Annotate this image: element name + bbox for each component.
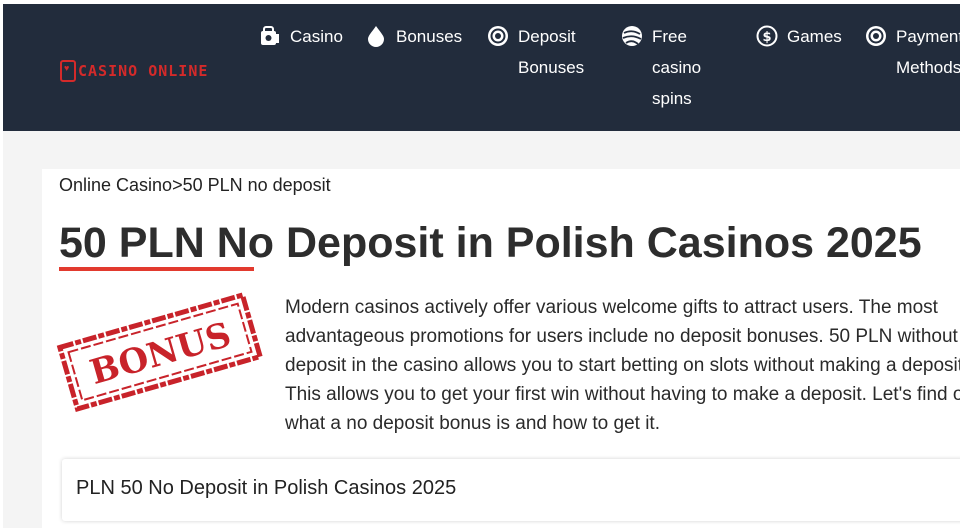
nav-item-deposit-bonuses[interactable]: Deposit Bonuses	[487, 24, 584, 83]
nav-item-free-spins[interactable]: Free casino spins	[621, 24, 701, 114]
nav-label-bonuses: Bonuses	[396, 27, 463, 46]
breadcrumb-current: 50 PLN no deposit	[182, 175, 331, 195]
casino-chip-icon	[259, 25, 281, 47]
main-content: Online Casino>50 PLN no deposit 50 PLN N…	[42, 169, 960, 528]
svg-text:$: $	[762, 30, 771, 45]
nav-label-casino: Casino	[290, 27, 343, 46]
breadcrumb-separator: >	[172, 175, 183, 195]
poker-chip-icon	[487, 25, 509, 47]
breadcrumb-home-link[interactable]: Online Casino	[59, 175, 172, 195]
nav-item-payment-methods[interactable]: Payment Methods	[865, 24, 960, 83]
site-header: CASINO ONLINE Casino Bonuses Deposit Bon…	[3, 4, 960, 131]
nav-item-games[interactable]: $ Games	[756, 24, 842, 52]
spin-ball-icon	[621, 25, 643, 47]
drop-icon	[365, 25, 387, 47]
title-underline	[59, 267, 254, 271]
toc-box[interactable]: PLN 50 No Deposit in Polish Casinos 2025	[62, 459, 960, 521]
intro-paragraph: Modern casinos actively offer various we…	[285, 297, 960, 434]
nav-item-casino[interactable]: Casino	[259, 24, 343, 52]
dollar-coin-icon: $	[756, 25, 778, 47]
card-logo-icon	[60, 60, 76, 82]
nav-label-games: Games	[787, 27, 842, 46]
site-logo[interactable]: CASINO ONLINE	[60, 59, 208, 83]
payment-chip-icon	[865, 25, 887, 47]
nav-label-deposit-bonuses: Deposit Bonuses	[518, 27, 585, 77]
nav-label-free-spins: Free casino spins	[652, 27, 702, 108]
toc-title: PLN 50 No Deposit in Polish Casinos 2025	[76, 477, 457, 499]
nav-item-bonuses[interactable]: Bonuses	[365, 24, 462, 52]
page-frame: CASINO ONLINE Casino Bonuses Deposit Bon…	[3, 4, 960, 528]
nav-label-payment-methods: Payment Methods	[896, 27, 960, 77]
bonus-stamp-image: BONUS	[56, 291, 264, 413]
page-title: 50 PLN No Deposit in Polish Casinos 2025	[59, 219, 922, 267]
breadcrumb: Online Casino>50 PLN no deposit	[59, 175, 331, 196]
logo-text: CASINO ONLINE	[78, 62, 209, 80]
